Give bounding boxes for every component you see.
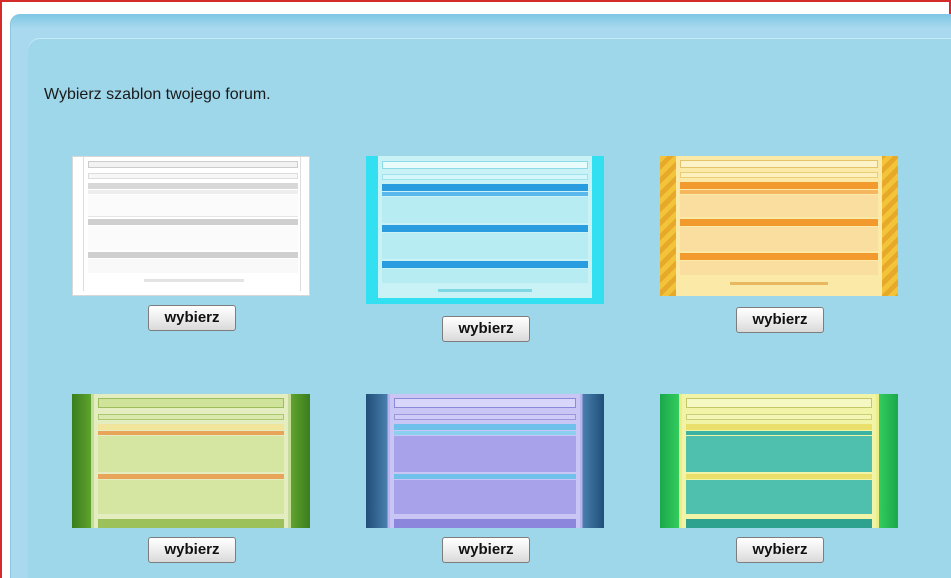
- select-template-button-white[interactable]: wybierz: [148, 305, 236, 331]
- select-template-button-cyan[interactable]: wybierz: [442, 316, 530, 342]
- select-template-button-green[interactable]: wybierz: [148, 537, 236, 563]
- template-preview-orange[interactable]: [660, 156, 898, 296]
- template-preview-white[interactable]: [72, 156, 310, 296]
- select-template-button-lime-teal[interactable]: wybierz: [736, 537, 824, 563]
- template-preview-cyan[interactable]: [366, 156, 604, 304]
- template-preview-lime-teal[interactable]: [660, 394, 898, 528]
- page-title: Wybierz szablon twojego forum.: [44, 86, 271, 103]
- select-template-button-blue-purple[interactable]: wybierz: [442, 537, 530, 563]
- template-preview-green[interactable]: [72, 394, 310, 528]
- select-template-button-orange[interactable]: wybierz: [736, 307, 824, 333]
- template-preview-blue-purple[interactable]: [366, 394, 604, 528]
